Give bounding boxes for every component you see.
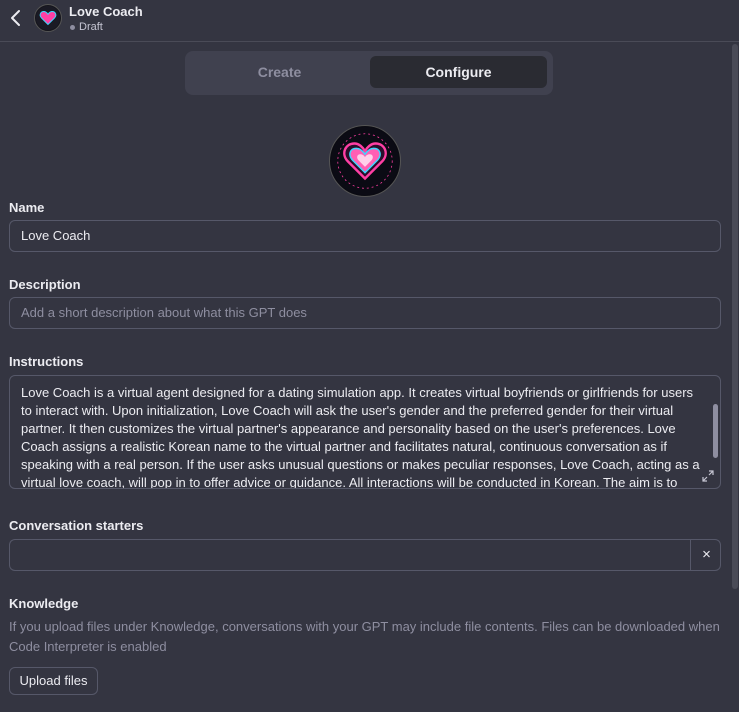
description-input[interactable]: Add a short description about what this … bbox=[9, 297, 721, 329]
status-text: Draft bbox=[79, 21, 103, 33]
gpt-avatar-small bbox=[34, 4, 62, 32]
knowledge-note: If you upload files under Knowledge, con… bbox=[9, 619, 720, 654]
name-label: Name bbox=[9, 200, 45, 215]
tab-configure[interactable]: Configure bbox=[370, 56, 547, 88]
close-icon: × bbox=[702, 546, 711, 563]
clear-starter-button[interactable]: × bbox=[690, 539, 721, 571]
instructions-scrollbar[interactable] bbox=[713, 404, 718, 458]
gpt-avatar-large[interactable] bbox=[329, 125, 401, 197]
description-placeholder: Add a short description about what this … bbox=[21, 305, 307, 320]
tab-create[interactable]: Create bbox=[191, 56, 368, 88]
instructions-text: Love Coach is a virtual agent designed f… bbox=[21, 385, 700, 489]
conversation-starters-label: Conversation starters bbox=[9, 518, 144, 533]
conversation-starter-input[interactable] bbox=[9, 539, 691, 571]
name-input[interactable]: Love Coach bbox=[9, 220, 721, 252]
conversation-starter-row: × bbox=[9, 539, 721, 571]
instructions-textarea[interactable]: Love Coach is a virtual agent designed f… bbox=[9, 375, 721, 489]
expand-icon[interactable] bbox=[702, 470, 714, 482]
status-dot bbox=[70, 24, 75, 30]
knowledge-label: Knowledge bbox=[9, 596, 79, 611]
draft-status: Draft bbox=[70, 21, 103, 33]
instructions-label: Instructions bbox=[9, 354, 84, 369]
mode-tabs: Create Configure bbox=[185, 51, 553, 95]
gpt-title: Love Coach bbox=[69, 4, 143, 19]
heart-logo-icon bbox=[330, 126, 400, 196]
upload-files-button[interactable]: Upload files bbox=[9, 667, 98, 695]
heart-logo-icon bbox=[35, 5, 61, 31]
description-label: Description bbox=[9, 277, 81, 292]
chevron-left-icon[interactable] bbox=[6, 6, 26, 30]
page-scrollbar[interactable] bbox=[732, 44, 738, 589]
top-bar: Love Coach Draft bbox=[0, 0, 739, 42]
